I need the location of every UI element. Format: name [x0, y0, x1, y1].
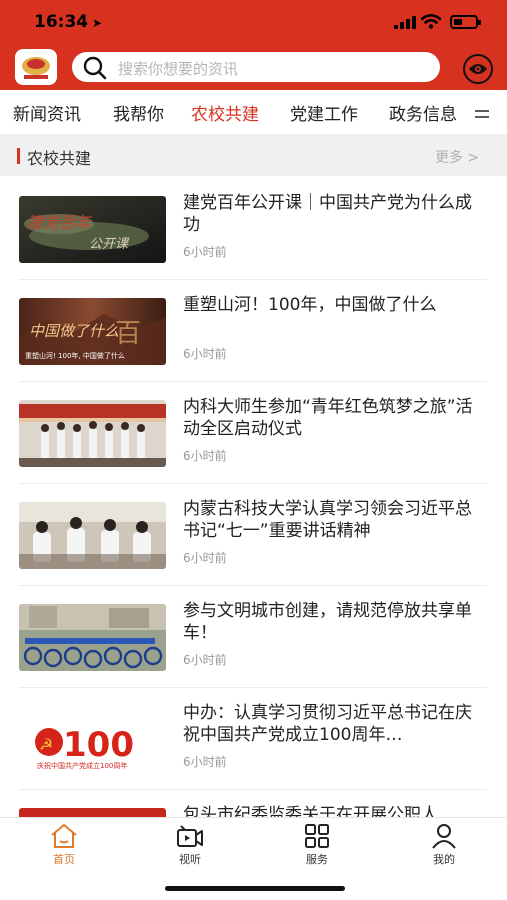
- news-thumbnail: [19, 502, 166, 569]
- search-placeholder: 搜索你想要的资讯: [118, 60, 239, 78]
- tab-video-label: 视听: [179, 853, 201, 866]
- tab-services-label: 服务: [306, 853, 328, 866]
- news-time: 6小时前: [183, 245, 227, 259]
- news-thumbnail: [19, 400, 166, 467]
- signal-icon: [394, 16, 416, 29]
- grid-icon: [305, 824, 329, 848]
- svg-text:公开课: 公开课: [89, 237, 130, 252]
- news-time: 6小时前: [183, 347, 227, 361]
- eye-icon: [469, 64, 487, 74]
- news-item[interactable]: 参与文明城市创建，请规范停放共享单车！ 6小时前: [0, 586, 507, 688]
- news-title: 参与文明城市创建，请规范停放共享单车！: [183, 601, 472, 643]
- news-item[interactable]: 内蒙古科技大学认真学习领会习近平总书记“七一”重要讲话精神 6小时前: [0, 484, 507, 586]
- more-link[interactable]: 更多 >: [435, 147, 479, 167]
- search-icon: [83, 56, 107, 80]
- thumb-caption: 庆祝中国共产党成立100周年: [37, 761, 127, 770]
- news-item[interactable]: 建党百年 公开课 建党百年公开课｜中国共产党为什么成功 6小时前: [0, 178, 507, 280]
- news-item[interactable]: 中国做了什么 百 重塑山河! 100年, 中国做了什么 重塑山河！100年，中国…: [0, 280, 507, 382]
- user-icon: [432, 824, 456, 849]
- status-time: 16:34 ➤: [34, 12, 102, 32]
- wifi-icon: [421, 14, 441, 29]
- news-title: 内科大师生参加“青年红色筑梦之旅”活动全区启动仪式: [183, 397, 473, 439]
- tab-services[interactable]: 服务: [287, 822, 347, 867]
- section-header: 农校共建 更多 >: [0, 134, 507, 176]
- news-time: 6小时前: [183, 551, 227, 565]
- location-arrow-icon: ➤: [92, 16, 103, 30]
- news-title: 建党百年公开课｜中国共产党为什么成功: [183, 193, 472, 235]
- tab-video[interactable]: 视听: [160, 822, 220, 867]
- battery-icon: [450, 15, 481, 29]
- thumb-caption: 重塑山河! 100年, 中国做了什么: [25, 351, 125, 360]
- svg-text:建党百年: 建党百年: [27, 213, 93, 232]
- news-item[interactable]: 内科大师生参加“青年红色筑梦之旅”活动全区启动仪式 6小时前: [0, 382, 507, 484]
- home-indicator[interactable]: [165, 886, 345, 891]
- news-time: 6小时前: [183, 653, 227, 667]
- status-time-text: 16:34: [34, 12, 89, 32]
- tab-help[interactable]: 我帮你: [113, 100, 164, 125]
- news-thumbnail: ☭ 100 庆祝中国共产党成立100周年: [19, 706, 166, 773]
- category-tabs: 新闻资讯 我帮你 农校共建 党建工作 政务信息: [0, 90, 507, 132]
- eye-button[interactable]: [463, 54, 493, 84]
- svg-text:中国做了什么: 中国做了什么: [29, 322, 119, 340]
- tab-party-building[interactable]: 党建工作: [290, 100, 358, 125]
- tab-farm-school[interactable]: 农校共建: [191, 100, 259, 125]
- news-title: 重塑山河！100年，中国做了什么: [183, 295, 437, 315]
- tab-home-label: 首页: [53, 853, 75, 866]
- tab-home[interactable]: 首页: [34, 822, 94, 867]
- search-bar[interactable]: 搜索你想要的资讯: [72, 52, 440, 82]
- news-thumbnail: 建党百年 公开课: [19, 196, 166, 263]
- news-thumbnail: [19, 604, 166, 671]
- news-thumbnail: 中国做了什么 百 重塑山河! 100年, 中国做了什么: [19, 298, 166, 365]
- app-logo[interactable]: [15, 49, 57, 85]
- section-title: 农校共建: [27, 149, 92, 168]
- app-header: 16:34 ➤ 搜索你想要的资讯: [0, 0, 507, 90]
- news-time: 6小时前: [183, 755, 227, 769]
- tab-profile-label: 我的: [433, 853, 455, 866]
- video-icon: [177, 825, 203, 847]
- home-icon: [51, 824, 77, 848]
- svg-text:百: 百: [115, 319, 141, 349]
- news-time: 6小时前: [183, 449, 227, 463]
- tab-government[interactable]: 政务信息: [389, 100, 457, 125]
- tab-news[interactable]: 新闻资讯: [13, 100, 81, 125]
- section-marker: [17, 148, 20, 164]
- status-bar: 16:34 ➤: [0, 0, 507, 44]
- thumb-number: 100: [63, 725, 134, 765]
- tab-profile[interactable]: 我的: [414, 822, 474, 867]
- news-item[interactable]: ☭ 100 庆祝中国共产党成立100周年 中办：认真学习贯彻习近平总书记在庆祝中…: [0, 688, 507, 790]
- menu-icon[interactable]: [474, 108, 490, 120]
- news-title: 中办：认真学习贯彻习近平总书记在庆祝中国共产党成立100周年…: [183, 703, 472, 745]
- news-title: 内蒙古科技大学认真学习领会习近平总书记“七一”重要讲话精神: [183, 499, 472, 541]
- svg-text:☭: ☭: [39, 735, 53, 754]
